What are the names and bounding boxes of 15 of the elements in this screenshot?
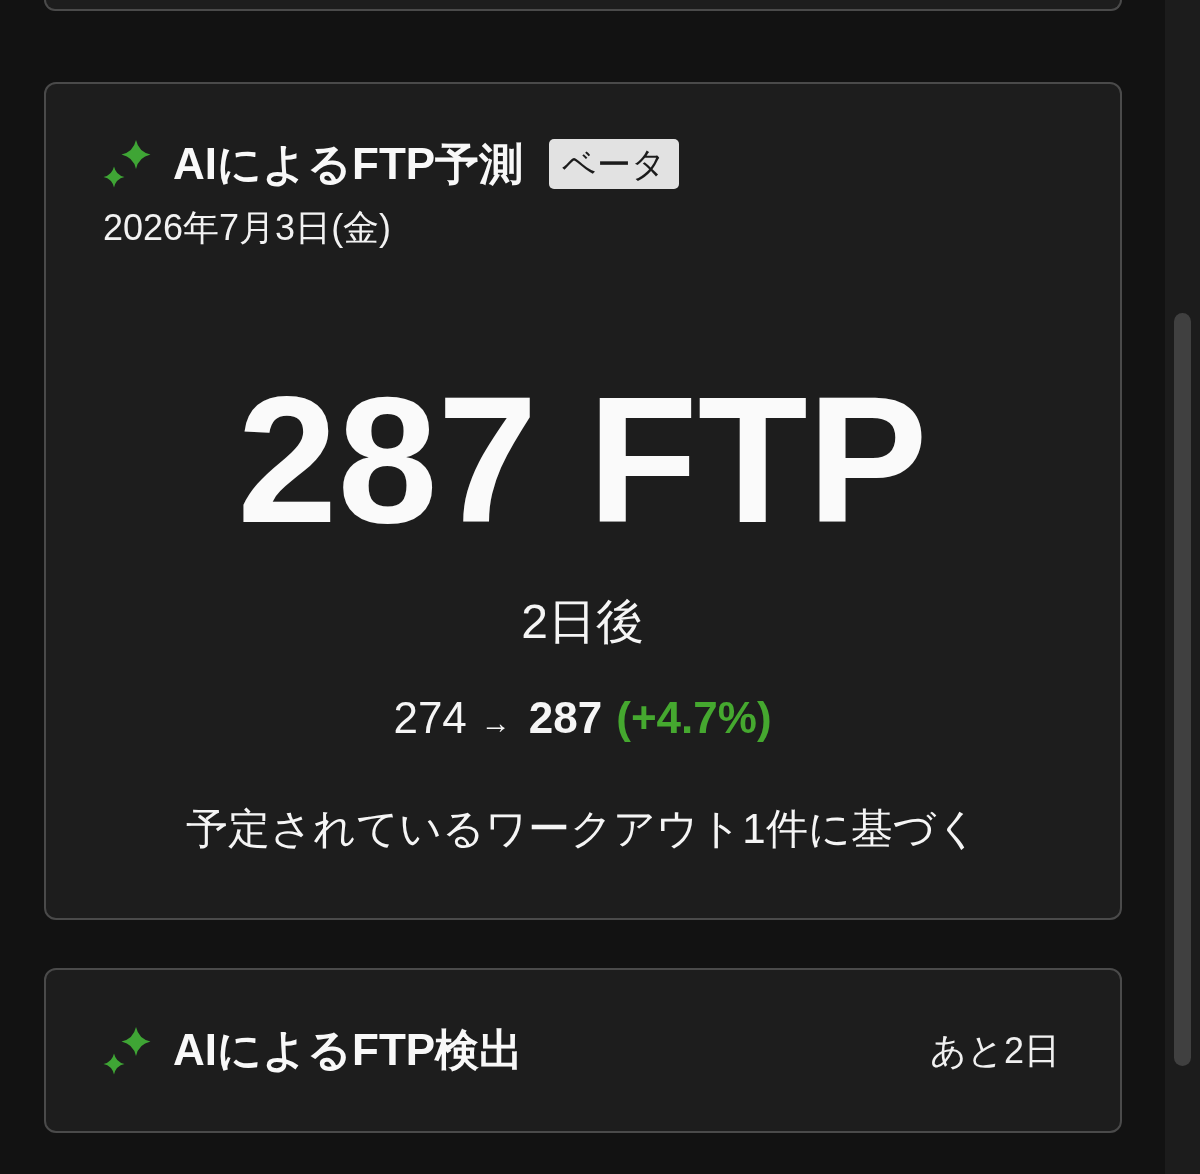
scrollbar-thumb[interactable]: [1174, 313, 1191, 1066]
beta-badge: ベータ: [549, 139, 680, 189]
change-percent: (+4.7%): [616, 692, 772, 744]
arrow-symbol: →: [480, 705, 511, 741]
card-title: AIによるFTP検出: [173, 1026, 524, 1075]
sparkle-icon: [103, 140, 151, 188]
timeframe-label: 2日後: [520, 594, 645, 650]
ftp-value: 287 FTP: [236, 370, 929, 550]
predicted-ftp-value: 287: [528, 692, 603, 744]
date-label: 2026年7月3日(金): [103, 206, 393, 249]
basis-text: 予定されているワークアウト1件に基づく: [185, 804, 980, 854]
sparkle-icon: [103, 1026, 151, 1075]
remaining-days: あと2日: [929, 1028, 1060, 1073]
current-ftp-value: 274: [393, 692, 467, 744]
card-title: AIによるFTP予測: [173, 139, 524, 189]
